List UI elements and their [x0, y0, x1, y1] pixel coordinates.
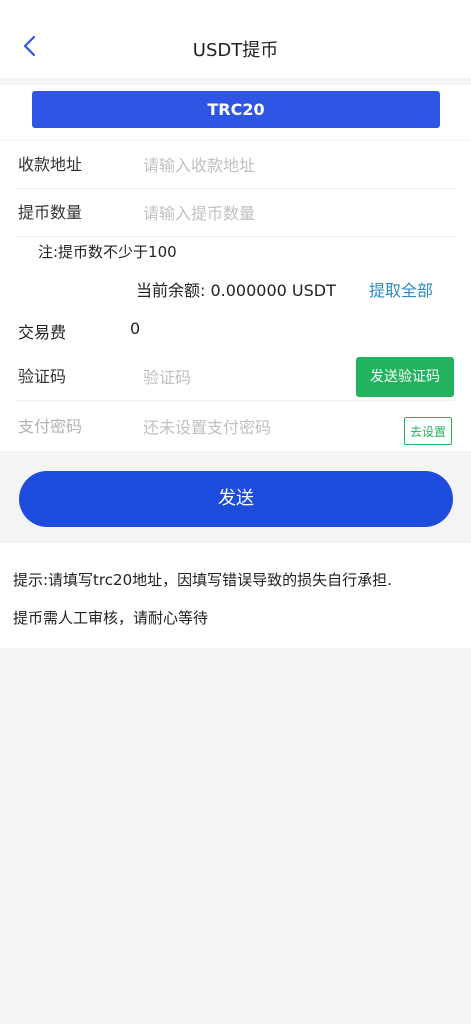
withdraw-form: 收款地址 提币数量 注:提币数不少于100 当前余额: 0.000000 USD…: [0, 141, 471, 451]
password-label: 支付密码: [18, 417, 83, 436]
tab-trc20[interactable]: TRC20: [32, 91, 440, 128]
min-amount-note: 注:提币数不少于100: [38, 243, 177, 261]
amount-input[interactable]: [143, 198, 343, 228]
divider: [16, 400, 455, 401]
send-code-button[interactable]: 发送验证码: [356, 357, 454, 397]
address-row: 收款地址: [0, 141, 471, 189]
tip-line: 提币需人工审核，请耐心等待: [13, 609, 209, 627]
amount-label: 提币数量: [18, 203, 83, 222]
divider: [16, 236, 455, 237]
page-title: USDT提币: [192, 40, 279, 61]
balance-text: 当前余额: 0.000000 USDT: [136, 281, 336, 300]
password-row: 支付密码: [0, 403, 471, 451]
set-password-button[interactable]: 去设置: [404, 417, 452, 445]
submit-button[interactable]: 发送: [19, 471, 453, 527]
fee-value: 0: [130, 319, 141, 338]
tip-line: 提示:请填写trc20地址，因填写错误导致的损失自行承担.: [13, 571, 392, 589]
nav-header: USDT提币: [0, 0, 471, 78]
network-tabs: TRC20: [0, 85, 471, 140]
code-label: 验证码: [18, 367, 67, 386]
withdraw-all-link[interactable]: 提取全部: [369, 277, 433, 301]
tips-panel: 提示:请填写trc20地址，因填写错误导致的损失自行承担. 提币需人工审核，请耐…: [0, 543, 471, 648]
amount-row: 提币数量: [0, 189, 471, 237]
address-input[interactable]: [143, 150, 343, 180]
address-label: 收款地址: [18, 155, 83, 174]
password-input[interactable]: [143, 412, 383, 442]
fee-label: 交易费: [18, 323, 67, 342]
code-input[interactable]: [143, 362, 333, 392]
